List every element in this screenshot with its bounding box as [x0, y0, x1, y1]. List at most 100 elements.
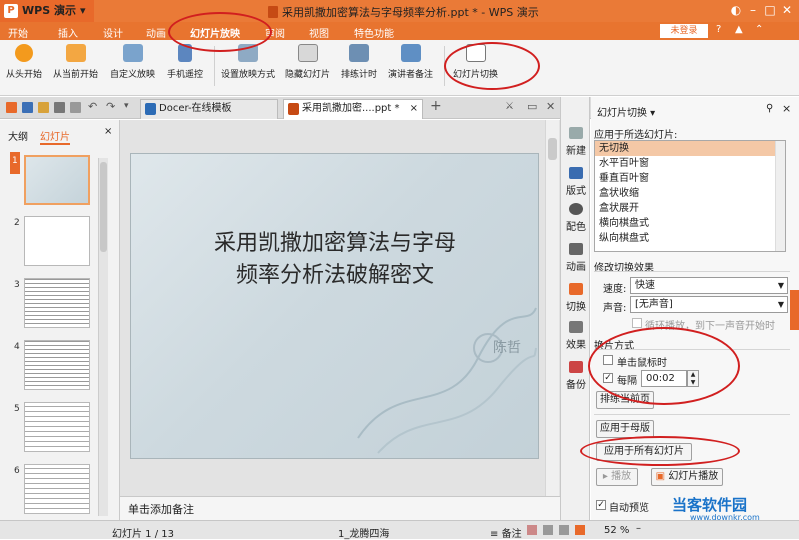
new-icon: [569, 127, 583, 139]
pin-icon[interactable]: ⚔: [505, 101, 514, 112]
reading-view-icon[interactable]: [559, 525, 569, 535]
open-icon[interactable]: [38, 102, 49, 113]
custom-show-button[interactable]: 自定义放映: [110, 44, 155, 80]
transition-option[interactable]: 纵向棋盘式: [595, 231, 785, 246]
print-icon[interactable]: [54, 102, 65, 113]
tab-outline[interactable]: 大纲: [8, 128, 28, 143]
sidebar-item-backup[interactable]: 备份: [563, 361, 589, 391]
sound-select[interactable]: [无声音] ▼: [630, 296, 788, 313]
tab-document-label: 采用凯撒加密....ppt *: [302, 103, 400, 114]
menu-insert[interactable]: 插入: [58, 25, 78, 40]
transition-option[interactable]: 横向棋盘式: [595, 216, 785, 231]
notes-toggle[interactable]: ≡ 备注: [490, 525, 522, 540]
tab-document[interactable]: 采用凯撒加密....ppt * ×: [283, 99, 423, 119]
sidebar-item-transition[interactable]: 切换: [563, 283, 589, 313]
scrollbar-thumb[interactable]: [100, 162, 107, 252]
sidebar-item-label: 动画: [566, 262, 586, 273]
tab-slides[interactable]: 幻灯片: [40, 128, 70, 145]
transition-option[interactable]: 无切换: [595, 141, 785, 156]
skin-icon[interactable]: ◐: [728, 3, 744, 17]
slide-number: 1: [12, 156, 18, 166]
preview-icon[interactable]: [70, 102, 81, 113]
rehearse-timing-button[interactable]: 排练计时: [341, 44, 377, 80]
backup-icon: [569, 361, 583, 373]
slide-thumbnail[interactable]: [24, 278, 90, 328]
sidebar-item-animation[interactable]: 动画: [563, 243, 589, 273]
autopreview-checkbox[interactable]: ✓: [596, 500, 606, 510]
sidebar-item-effects[interactable]: 效果: [563, 321, 589, 351]
hide-slide-button[interactable]: 隐藏幻灯片: [285, 44, 330, 80]
slide-thumbnail[interactable]: [24, 216, 90, 266]
speed-select[interactable]: 快速 ▼: [630, 277, 788, 294]
transition-icon: [569, 283, 583, 295]
sound-label: 声音:: [603, 303, 627, 314]
from-current-button[interactable]: 从当前开始: [53, 44, 98, 80]
wps-app-menu-button[interactable]: P WPS 演示 ▾: [0, 0, 94, 22]
play-button[interactable]: ▸ 播放: [596, 468, 638, 486]
notes-area[interactable]: 单击添加备注: [120, 496, 560, 520]
restore-panel-icon[interactable]: ▭: [527, 100, 537, 113]
slide-author[interactable]: 陈哲: [493, 337, 521, 357]
menu-features[interactable]: 特色功能: [354, 25, 394, 40]
current-slide[interactable]: [130, 153, 539, 459]
login-button[interactable]: 未登录: [660, 24, 708, 38]
new-tab-icon[interactable]: +: [430, 98, 442, 114]
slide-thumbnail[interactable]: [24, 464, 90, 514]
transition-option[interactable]: 垂直百叶窗: [595, 171, 785, 186]
sidebar-item-new[interactable]: 新建: [563, 127, 589, 157]
annotation-ellipse-apply-all: [580, 436, 740, 466]
speaker-notes-button[interactable]: 演讲者备注: [388, 44, 433, 80]
maximize-icon[interactable]: □: [762, 3, 778, 17]
from-current-label: 从当前开始: [53, 70, 99, 80]
sidebar-item-color[interactable]: 配色: [563, 203, 589, 233]
save-icon[interactable]: [22, 102, 33, 113]
zoom-out-icon[interactable]: –: [636, 523, 641, 534]
help-icon[interactable]: ?: [716, 24, 721, 35]
sidebar-item-layout[interactable]: 版式: [563, 167, 589, 197]
tab-docer[interactable]: Docer-在线模板: [140, 99, 278, 119]
speaker-notes-icon: [400, 44, 421, 62]
close-tab-icon[interactable]: ×: [410, 100, 418, 118]
slide-title[interactable]: 采用凯撒加密算法与字母 频率分析法破解密文: [150, 228, 520, 292]
pane-close-icon[interactable]: ×: [782, 102, 791, 115]
shirt-icon[interactable]: ▲: [735, 24, 743, 35]
loop-checkbox[interactable]: [632, 318, 642, 328]
slide-thumbnail[interactable]: [24, 155, 90, 205]
transition-option[interactable]: 盒状收缩: [595, 186, 785, 201]
annotation-ellipse-advance: [588, 327, 740, 405]
pane-pin-icon[interactable]: ⚲: [766, 103, 773, 114]
sorter-view-icon[interactable]: [543, 525, 553, 535]
redo-icon[interactable]: ↷: [106, 100, 115, 113]
scrollbar-thumb[interactable]: [548, 138, 557, 160]
slide-vertical-scrollbar[interactable]: [545, 120, 559, 496]
slide-title-line-2: 频率分析法破解密文: [235, 263, 434, 288]
slide-thumbnail[interactable]: [24, 402, 90, 452]
more-icon[interactable]: ▾: [124, 101, 129, 111]
thumbnail-scrollbar[interactable]: [98, 158, 108, 516]
wps-small-logo-icon[interactable]: [6, 102, 17, 113]
normal-view-icon[interactable]: [527, 525, 537, 535]
menu-design[interactable]: 设计: [103, 25, 123, 40]
close-icon[interactable]: ✕: [779, 3, 795, 17]
slide-thumbnail[interactable]: [24, 340, 90, 390]
slideshow-view-icon[interactable]: [575, 525, 585, 535]
pane-collapse-handle[interactable]: [790, 290, 799, 330]
phone-remote-label: 手机遥控: [167, 70, 204, 80]
sidebar-item-label: 切换: [566, 302, 586, 313]
pane-title[interactable]: 幻灯片切换 ▾: [597, 104, 655, 119]
divider: [594, 271, 790, 272]
from-start-button[interactable]: 从头开始: [6, 44, 42, 80]
close-doc-icon[interactable]: ✕: [546, 100, 555, 113]
transition-option[interactable]: 盒状展开: [595, 201, 785, 216]
menu-start[interactable]: 开始: [8, 25, 28, 40]
transition-option[interactable]: 水平百叶窗: [595, 156, 785, 171]
transition-list[interactable]: 无切换 水平百叶窗 垂直百叶窗 盒状收缩 盒状展开 横向棋盘式 纵向棋盘式: [594, 140, 786, 252]
menu-view[interactable]: 视图: [309, 25, 329, 40]
close-panel-icon[interactable]: ×: [104, 126, 112, 137]
transition-list-scrollbar[interactable]: [775, 141, 785, 251]
menu-animation[interactable]: 动画: [146, 25, 166, 40]
undo-icon[interactable]: ↶: [88, 100, 97, 113]
slideshow-button[interactable]: ▣ 幻灯片播放: [651, 468, 723, 486]
ribbon-chevron-icon[interactable]: ⌃: [755, 24, 763, 35]
minimize-icon[interactable]: –: [745, 3, 761, 17]
